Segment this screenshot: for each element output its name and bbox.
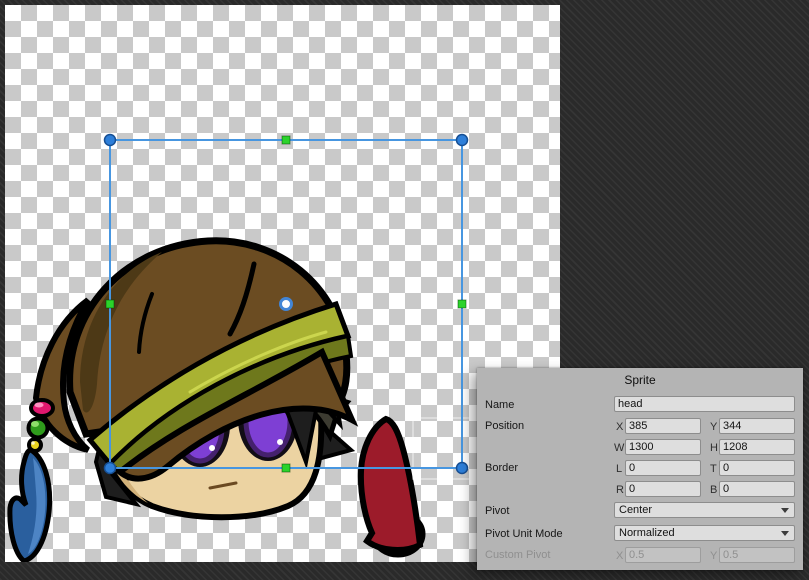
selection-handle-left-mid[interactable]: [106, 300, 114, 308]
sprite-panel: Sprite Name Position X Y W H Border L T …: [477, 368, 803, 570]
pivot-unit-mode-label: Pivot Unit Mode: [485, 528, 563, 540]
border-t-input[interactable]: [719, 460, 795, 476]
selection-handle-top-mid[interactable]: [282, 136, 290, 144]
chevron-down-icon: [781, 508, 789, 513]
position-y-input[interactable]: [719, 418, 795, 434]
name-label: Name: [485, 399, 514, 411]
selection-handle-bottom-right[interactable]: [457, 463, 468, 474]
chevron-down-icon: [781, 531, 789, 536]
pivot-dropdown-value: Center: [619, 504, 652, 516]
custom-pivot-label: Custom Pivot: [485, 549, 550, 561]
position-w-prefix: W: [614, 442, 624, 454]
position-h-prefix: H: [710, 442, 718, 454]
border-b-prefix: B: [710, 484, 717, 496]
custom-pivot-y-input: [719, 547, 795, 563]
border-r-input[interactable]: [625, 481, 701, 497]
custom-pivot-y-prefix: Y: [710, 550, 717, 562]
bead-charm: [10, 400, 53, 561]
border-l-input[interactable]: [625, 460, 701, 476]
pivot-dropdown[interactable]: Center: [614, 502, 795, 518]
position-x-prefix: X: [616, 421, 623, 433]
position-label: Position: [485, 420, 524, 432]
position-w-input[interactable]: [625, 439, 701, 455]
border-l-prefix: L: [616, 463, 622, 475]
name-input[interactable]: [614, 396, 795, 412]
position-y-prefix: Y: [710, 421, 717, 433]
border-b-input[interactable]: [719, 481, 795, 497]
selection-handle-right-mid[interactable]: [458, 300, 466, 308]
pivot-unit-mode-dropdown-value: Normalized: [619, 527, 675, 539]
selection-handle-bottom-mid[interactable]: [282, 464, 290, 472]
position-x-input[interactable]: [625, 418, 701, 434]
border-r-prefix: R: [616, 484, 624, 496]
position-h-input[interactable]: [719, 439, 795, 455]
sleeve: [361, 419, 420, 550]
border-t-prefix: T: [710, 463, 717, 475]
pivot-handle[interactable]: [281, 299, 292, 310]
selection-handle-top-left[interactable]: [105, 135, 116, 146]
character-head-sprite[interactable]: [10, 241, 352, 561]
custom-pivot-x-prefix: X: [616, 550, 623, 562]
sprite-editor-window: Sprite Name Position X Y W H Border L T …: [0, 0, 809, 580]
selection-handle-bottom-left[interactable]: [105, 463, 116, 474]
pivot-label: Pivot: [485, 505, 509, 517]
pivot-unit-mode-dropdown[interactable]: Normalized: [614, 525, 795, 541]
border-label: Border: [485, 462, 518, 474]
custom-pivot-x-input: [625, 547, 701, 563]
panel-title: Sprite: [477, 373, 803, 387]
selection-handle-top-right[interactable]: [457, 135, 468, 146]
